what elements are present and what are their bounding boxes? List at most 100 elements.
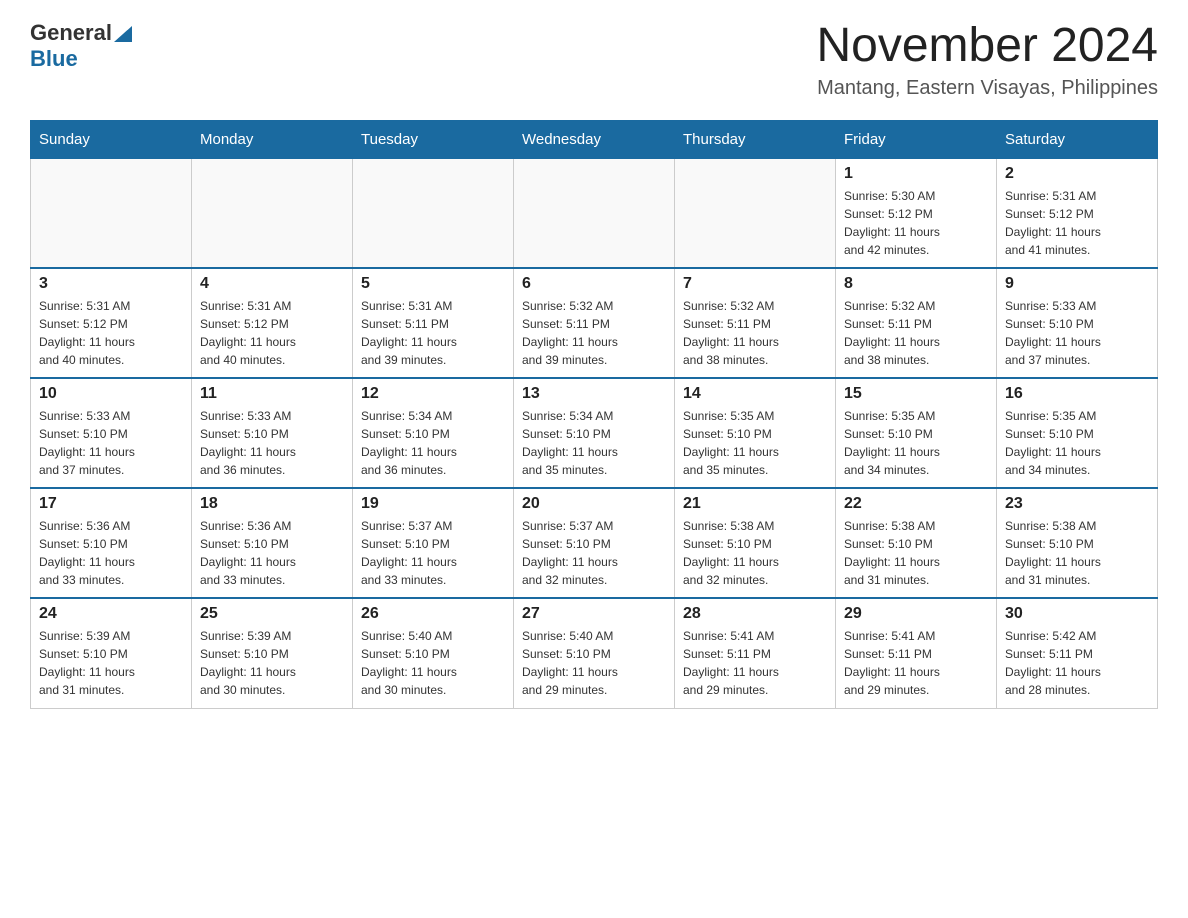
weekday-header-wednesday: Wednesday <box>514 120 675 158</box>
calendar-day-cell <box>31 158 192 268</box>
day-info: Sunrise: 5:41 AM Sunset: 5:11 PM Dayligh… <box>844 627 988 699</box>
logo: General Blue <box>30 20 134 72</box>
calendar-day-cell: 6 Sunrise: 5:32 AM Sunset: 5:11 PM Daylig… <box>514 268 675 378</box>
calendar-day-cell <box>192 158 353 268</box>
day-number: 15 <box>844 385 988 403</box>
weekday-header-saturday: Saturday <box>997 120 1158 158</box>
calendar-table: SundayMondayTuesdayWednesdayThursdayFrid… <box>30 120 1158 709</box>
logo-triangle-icon <box>112 22 134 44</box>
day-number: 3 <box>39 275 183 293</box>
day-number: 2 <box>1005 165 1149 183</box>
calendar-day-cell: 25Sunrise: 5:39 AM Sunset: 5:10 PM Dayli… <box>192 598 353 708</box>
day-info: Sunrise: 5:38 AM Sunset: 5:10 PM Dayligh… <box>1005 517 1149 589</box>
day-number: 12 <box>361 385 505 403</box>
day-number: 27 <box>522 605 666 623</box>
day-info: Sunrise: 5:31 AM Sunset: 5:12 PM Dayligh… <box>1005 187 1149 259</box>
day-number: 5 <box>361 275 505 293</box>
day-number: 6 <box>522 275 666 293</box>
weekday-header-friday: Friday <box>836 120 997 158</box>
day-info: Sunrise: 5:35 AM Sunset: 5:10 PM Dayligh… <box>683 407 827 479</box>
day-info: Sunrise: 5:42 AM Sunset: 5:11 PM Dayligh… <box>1005 627 1149 699</box>
calendar-header-row: SundayMondayTuesdayWednesdayThursdayFrid… <box>31 120 1158 158</box>
calendar-day-cell: 21 Sunrise: 5:38 AM Sunset: 5:10 PM Dayli… <box>675 488 836 598</box>
weekday-header-thursday: Thursday <box>675 120 836 158</box>
day-number: 4 <box>200 275 344 293</box>
day-info: Sunrise: 5:34 AM Sunset: 5:10 PM Dayligh… <box>522 407 666 479</box>
calendar-day-cell: 16 Sunrise: 5:35 AM Sunset: 5:10 PM Dayli… <box>997 378 1158 488</box>
calendar-day-cell: 14Sunrise: 5:35 AM Sunset: 5:10 PM Dayli… <box>675 378 836 488</box>
day-info: Sunrise: 5:31 AM Sunset: 5:11 PM Dayligh… <box>361 297 505 369</box>
page-title: November 2024 <box>816 20 1158 73</box>
day-number: 16 <box>1005 385 1149 403</box>
calendar-day-cell: 7Sunrise: 5:32 AM Sunset: 5:11 PM Daylig… <box>675 268 836 378</box>
day-number: 9 <box>1005 275 1149 293</box>
day-info: Sunrise: 5:40 AM Sunset: 5:10 PM Dayligh… <box>522 627 666 699</box>
day-info: Sunrise: 5:32 AM Sunset: 5:11 PM Dayligh… <box>522 297 666 369</box>
logo-general: General <box>30 20 112 46</box>
day-info: Sunrise: 5:34 AM Sunset: 5:10 PM Dayligh… <box>361 407 505 479</box>
day-number: 18 <box>200 495 344 513</box>
calendar-day-cell <box>353 158 514 268</box>
calendar-week-row: 3 Sunrise: 5:31 AM Sunset: 5:12 PM Daylig… <box>31 268 1158 378</box>
day-number: 13 <box>522 385 666 403</box>
day-info: Sunrise: 5:32 AM Sunset: 5:11 PM Dayligh… <box>844 297 988 369</box>
calendar-day-cell: 18 Sunrise: 5:36 AM Sunset: 5:10 PM Dayli… <box>192 488 353 598</box>
weekday-header-tuesday: Tuesday <box>353 120 514 158</box>
day-number: 26 <box>361 605 505 623</box>
day-info: Sunrise: 5:35 AM Sunset: 5:10 PM Dayligh… <box>844 407 988 479</box>
calendar-day-cell: 2 Sunrise: 5:31 AM Sunset: 5:12 PM Daylig… <box>997 158 1158 268</box>
calendar-day-cell <box>514 158 675 268</box>
day-number: 30 <box>1005 605 1149 623</box>
title-section: November 2024 Mantang, Eastern Visayas, … <box>816 20 1158 100</box>
day-info: Sunrise: 5:38 AM Sunset: 5:10 PM Dayligh… <box>683 517 827 589</box>
calendar-week-row: 10 Sunrise: 5:33 AM Sunset: 5:10 PM Dayli… <box>31 378 1158 488</box>
day-info: Sunrise: 5:30 AM Sunset: 5:12 PM Dayligh… <box>844 187 988 259</box>
calendar-day-cell: 9Sunrise: 5:33 AM Sunset: 5:10 PM Daylig… <box>997 268 1158 378</box>
calendar-day-cell: 4 Sunrise: 5:31 AM Sunset: 5:12 PM Daylig… <box>192 268 353 378</box>
calendar-day-cell: 5 Sunrise: 5:31 AM Sunset: 5:11 PM Daylig… <box>353 268 514 378</box>
day-number: 28 <box>683 605 827 623</box>
day-info: Sunrise: 5:39 AM Sunset: 5:10 PM Dayligh… <box>39 627 183 699</box>
calendar-day-cell: 3 Sunrise: 5:31 AM Sunset: 5:12 PM Daylig… <box>31 268 192 378</box>
calendar-day-cell: 17 Sunrise: 5:36 AM Sunset: 5:10 PM Dayli… <box>31 488 192 598</box>
day-number: 22 <box>844 495 988 513</box>
day-info: Sunrise: 5:36 AM Sunset: 5:10 PM Dayligh… <box>39 517 183 589</box>
day-number: 8 <box>844 275 988 293</box>
day-info: Sunrise: 5:36 AM Sunset: 5:10 PM Dayligh… <box>200 517 344 589</box>
calendar-day-cell: 13 Sunrise: 5:34 AM Sunset: 5:10 PM Dayli… <box>514 378 675 488</box>
page-header: General Blue November 2024 Mantang, East… <box>30 20 1158 100</box>
calendar-day-cell: 29Sunrise: 5:41 AM Sunset: 5:11 PM Dayli… <box>836 598 997 708</box>
day-info: Sunrise: 5:35 AM Sunset: 5:10 PM Dayligh… <box>1005 407 1149 479</box>
day-number: 19 <box>361 495 505 513</box>
day-info: Sunrise: 5:31 AM Sunset: 5:12 PM Dayligh… <box>39 297 183 369</box>
calendar-day-cell: 28 Sunrise: 5:41 AM Sunset: 5:11 PM Dayli… <box>675 598 836 708</box>
calendar-day-cell: 26 Sunrise: 5:40 AM Sunset: 5:10 PM Dayli… <box>353 598 514 708</box>
day-info: Sunrise: 5:33 AM Sunset: 5:10 PM Dayligh… <box>200 407 344 479</box>
day-number: 20 <box>522 495 666 513</box>
calendar-day-cell: 23Sunrise: 5:38 AM Sunset: 5:10 PM Dayli… <box>997 488 1158 598</box>
calendar-day-cell: 22 Sunrise: 5:38 AM Sunset: 5:10 PM Dayli… <box>836 488 997 598</box>
weekday-header-sunday: Sunday <box>31 120 192 158</box>
calendar-day-cell: 20Sunrise: 5:37 AM Sunset: 5:10 PM Dayli… <box>514 488 675 598</box>
day-info: Sunrise: 5:33 AM Sunset: 5:10 PM Dayligh… <box>39 407 183 479</box>
day-info: Sunrise: 5:32 AM Sunset: 5:11 PM Dayligh… <box>683 297 827 369</box>
day-number: 24 <box>39 605 183 623</box>
logo-blue: Blue <box>30 46 78 72</box>
calendar-day-cell: 30 Sunrise: 5:42 AM Sunset: 5:11 PM Dayli… <box>997 598 1158 708</box>
calendar-week-row: 24 Sunrise: 5:39 AM Sunset: 5:10 PM Dayli… <box>31 598 1158 708</box>
day-number: 21 <box>683 495 827 513</box>
day-info: Sunrise: 5:41 AM Sunset: 5:11 PM Dayligh… <box>683 627 827 699</box>
day-info: Sunrise: 5:40 AM Sunset: 5:10 PM Dayligh… <box>361 627 505 699</box>
calendar-day-cell: 15 Sunrise: 5:35 AM Sunset: 5:10 PM Dayli… <box>836 378 997 488</box>
calendar-week-row: 1Sunrise: 5:30 AM Sunset: 5:12 PM Daylig… <box>31 158 1158 268</box>
calendar-day-cell: 10 Sunrise: 5:33 AM Sunset: 5:10 PM Dayli… <box>31 378 192 488</box>
weekday-header-monday: Monday <box>192 120 353 158</box>
day-number: 10 <box>39 385 183 403</box>
page-subtitle: Mantang, Eastern Visayas, Philippines <box>816 77 1158 100</box>
day-info: Sunrise: 5:38 AM Sunset: 5:10 PM Dayligh… <box>844 517 988 589</box>
day-number: 17 <box>39 495 183 513</box>
day-info: Sunrise: 5:31 AM Sunset: 5:12 PM Dayligh… <box>200 297 344 369</box>
calendar-day-cell: 24 Sunrise: 5:39 AM Sunset: 5:10 PM Dayli… <box>31 598 192 708</box>
calendar-day-cell <box>675 158 836 268</box>
calendar-day-cell: 8 Sunrise: 5:32 AM Sunset: 5:11 PM Daylig… <box>836 268 997 378</box>
